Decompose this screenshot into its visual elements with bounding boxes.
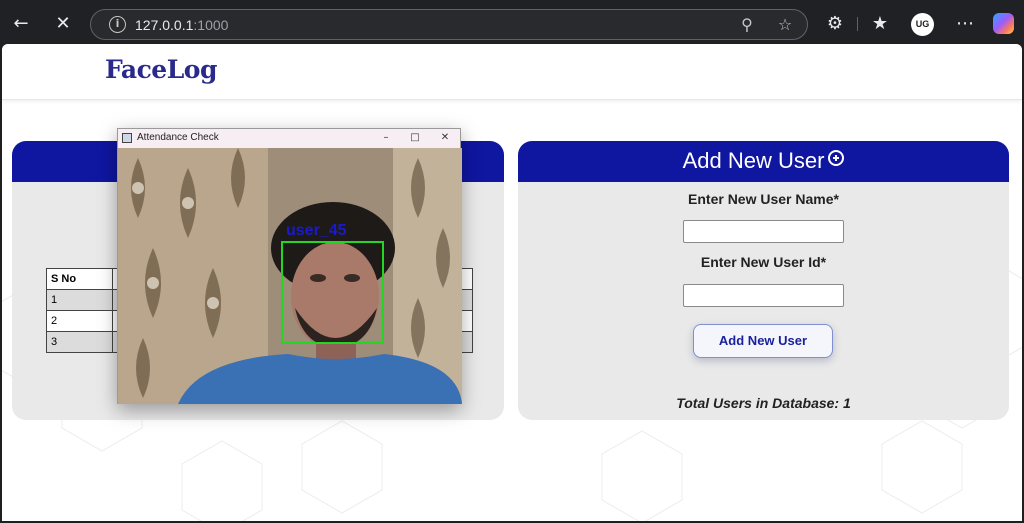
user-name-label: Enter New User Name* (688, 191, 839, 207)
zoom-out-icon[interactable]: ⚲ (737, 15, 757, 35)
extensions-icon[interactable]: ⚙ (822, 11, 848, 37)
window-app-icon (122, 133, 132, 143)
user-id-input[interactable] (683, 284, 844, 307)
more-icon[interactable]: ⋯ (952, 11, 978, 37)
face-detection-box (281, 241, 384, 344)
user-name-input[interactable] (683, 220, 844, 243)
site-navbar: FaceLog (2, 44, 1022, 100)
add-new-user-button[interactable]: Add New User (693, 324, 833, 358)
brand-logo[interactable]: FaceLog (105, 55, 217, 84)
table-header-sno: S No (46, 268, 113, 290)
url-text: 127.0.0.1:1000 (135, 17, 229, 33)
detected-user-label: user_45 (286, 222, 347, 239)
attendance-check-window[interactable]: Attendance Check – □ ✕ user_45 (117, 128, 462, 404)
maximize-icon[interactable]: □ (408, 131, 422, 145)
window-titlebar[interactable]: Attendance Check – □ ✕ (118, 129, 460, 148)
favorites-icon[interactable]: ★ (867, 11, 893, 37)
avatar[interactable]: UG (911, 13, 934, 36)
add-user-card-header: Add New User (518, 141, 1009, 182)
minimize-icon[interactable]: – (379, 131, 393, 145)
toolbar-divider (857, 17, 858, 31)
window-title: Attendance Check (137, 132, 219, 143)
webcam-frame: user_45 (118, 148, 462, 404)
total-users-text: Total Users in Database: 1 (676, 395, 851, 411)
user-id-label: Enter New User Id* (700, 254, 827, 270)
address-bar[interactable]: i 127.0.0.1:1000 ⚲ ☆ (90, 9, 808, 40)
back-arrow-icon[interactable]: ← (8, 11, 34, 37)
add-user-card: Add New User Enter New User Name* Enter … (518, 141, 1009, 420)
star-icon[interactable]: ☆ (775, 15, 795, 35)
info-icon[interactable]: i (109, 16, 126, 33)
close-icon[interactable]: ✕ (438, 131, 452, 145)
browser-toolbar: ← ✕ i 127.0.0.1:1000 ⚲ ☆ ⚙ ★ UG ⋯ (0, 0, 1024, 46)
table-cell-sno: 2 (46, 310, 113, 332)
close-icon[interactable]: ✕ (50, 11, 76, 37)
copilot-icon[interactable] (993, 13, 1014, 34)
table-cell-sno: 1 (46, 289, 113, 311)
table-cell-sno: 3 (46, 331, 113, 353)
plus-circle-icon (828, 150, 845, 166)
add-user-title: Add New User (518, 148, 1009, 174)
